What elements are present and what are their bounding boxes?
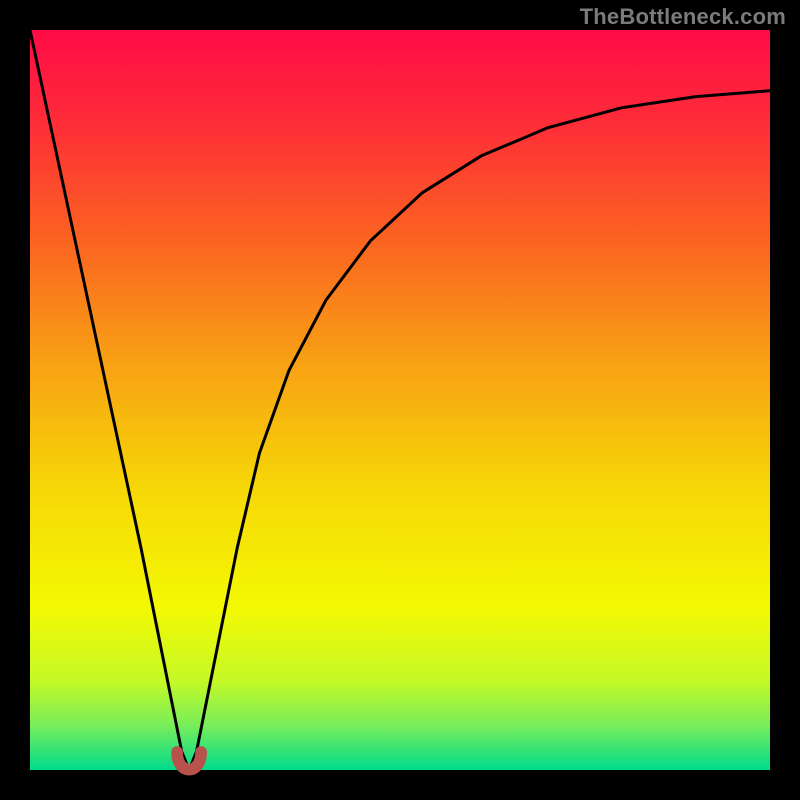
chart-frame: TheBottleneck.com bbox=[0, 0, 800, 800]
plot-background bbox=[30, 30, 770, 770]
watermark-text: TheBottleneck.com bbox=[580, 4, 786, 30]
bottleneck-chart bbox=[0, 0, 800, 800]
